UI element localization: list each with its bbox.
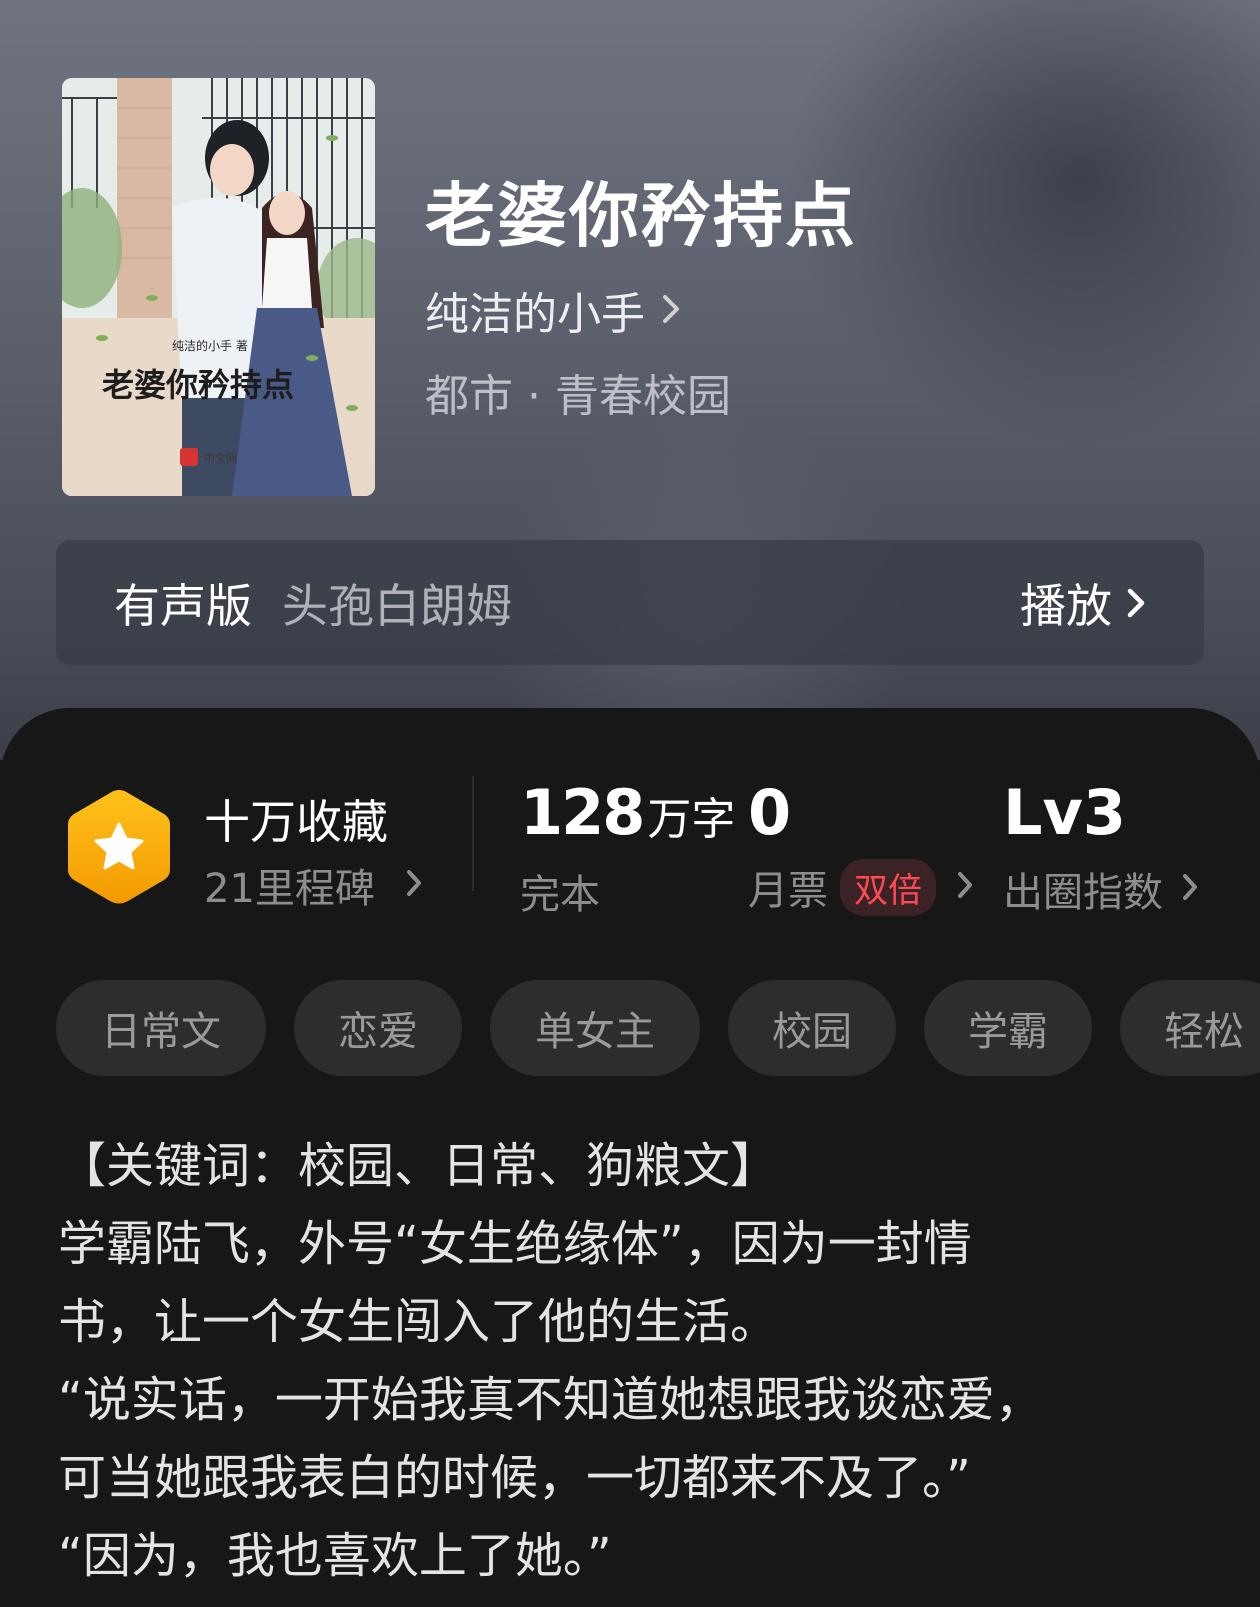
synopsis-line: 【关键词：校园、日常、狗粮文】 [58, 1138, 779, 1194]
stats-divider [472, 776, 474, 891]
tag-chip[interactable]: 校园 [728, 980, 896, 1076]
audiobook-narrator: 头孢白朗姆 [282, 578, 512, 633]
popularity-index-link[interactable]: 出圈指数 [1003, 860, 1199, 918]
popularity-level: Lv3 [1003, 776, 1127, 849]
monthly-ticket-count: 0 [748, 776, 792, 849]
word-count-unit: 万字 [647, 794, 736, 845]
book-cover[interactable]: 纯洁的小手 著 老婆你矜持点 中文网 [62, 78, 375, 496]
synopsis-line: 书，让一个女生闯入了他的生活。 [58, 1294, 779, 1350]
cover-illustration: 纯洁的小手 著 老婆你矜持点 中文网 [62, 78, 375, 496]
audiobook-label: 有声版 [114, 578, 252, 633]
synopsis-line: 学霸陆飞，外号“女生绝缘体”，因为一封情 [58, 1216, 972, 1272]
cover-title-text: 老婆你矜持点 [102, 366, 294, 404]
synopsis-line: 可当她跟我表白的时候，一切都来不及了。” [58, 1450, 971, 1506]
word-count-number: 128 [520, 776, 645, 849]
author-link[interactable]: 纯洁的小手 [425, 278, 681, 342]
synopsis-line: “说实话，一开始我真不知道她想跟我谈恋爱， [58, 1372, 1043, 1428]
chevron-right-icon [1126, 576, 1146, 630]
chevron-right-icon [956, 870, 974, 904]
play-label: 播放 [1020, 578, 1112, 633]
book-header: 纯洁的小手 著 老婆你矜持点 中文网 老婆你矜持点 纯洁的小手 都市 · 青春校… [0, 0, 1260, 760]
book-synopsis[interactable]: 【关键词：校园、日常、狗粮文】 学霸陆飞，外号“女生绝缘体”，因为一封情 书，让… [58, 1127, 1218, 1595]
book-genre: 都市 · 青春校园 [425, 371, 731, 422]
tag-chip[interactable]: 恋爱 [294, 980, 462, 1076]
double-badge: 双倍 [840, 858, 936, 916]
milestone-label: 21里程碑 [204, 866, 375, 912]
tag-chip[interactable]: 轻松 [1120, 980, 1260, 1076]
chevron-right-icon [1181, 866, 1199, 912]
synopsis-line: “因为，我也喜欢上了她。” [58, 1528, 612, 1584]
chevron-right-icon [661, 285, 681, 336]
star-hexagon-icon [64, 786, 174, 908]
author-name: 纯洁的小手 [425, 289, 645, 340]
audiobook-bar[interactable]: 有声版 头孢白朗姆 播放 [56, 540, 1204, 665]
tag-chip[interactable]: 日常文 [56, 980, 266, 1076]
play-button[interactable]: 播放 [1020, 570, 1146, 636]
book-title: 老婆你矜持点 [425, 174, 857, 257]
completion-status: 完本 [520, 872, 600, 918]
monthly-ticket-link[interactable]: 月票 双倍 [748, 858, 974, 916]
milestone-link[interactable]: 21里程碑 [204, 856, 423, 914]
popularity-index-label: 出圈指数 [1003, 870, 1163, 916]
tag-chip[interactable]: 学霸 [924, 980, 1092, 1076]
chevron-right-icon [405, 862, 423, 908]
word-count: 128 万字 [520, 776, 735, 849]
tag-list: 日常文 恋爱 单女主 校园 学霸 轻松 [56, 980, 1260, 1080]
monthly-ticket-label: 月票 [748, 868, 828, 914]
cover-publisher-text: 中文网 [204, 451, 237, 465]
book-detail-page: 纯洁的小手 著 老婆你矜持点 中文网 老婆你矜持点 纯洁的小手 都市 · 青春校… [0, 0, 1260, 1607]
tag-chip[interactable]: 单女主 [490, 980, 700, 1076]
cover-author-text: 纯洁的小手 著 [172, 338, 248, 353]
collection-count: 十万收藏 [204, 795, 388, 849]
